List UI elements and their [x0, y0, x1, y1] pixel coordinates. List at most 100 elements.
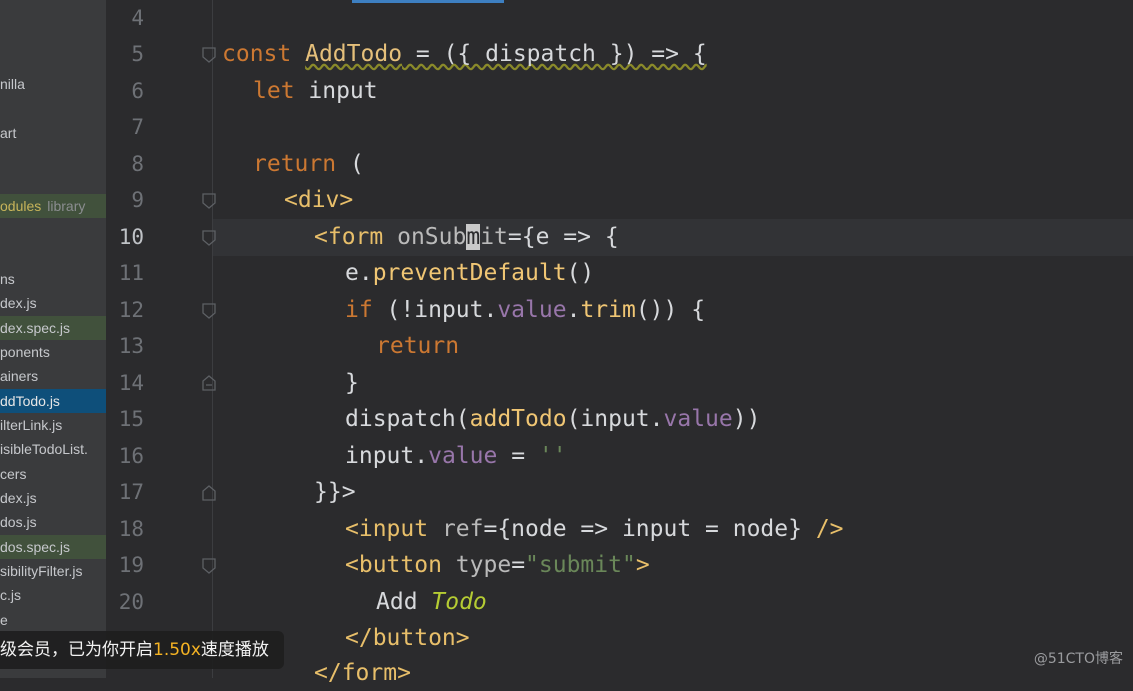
toast-text: 级会员，已为你开启: [0, 640, 153, 660]
code-token: dispatch(: [345, 406, 470, 432]
code-line-18[interactable]: <input ref={node => input = node} />: [345, 511, 844, 547]
code-line-19[interactable]: <button type="submit">: [345, 547, 650, 583]
tree-item[interactable]: dex.js: [0, 486, 106, 510]
tree-item-label: dex.js: [0, 490, 37, 506]
fold-open-icon[interactable]: [202, 303, 216, 319]
tree-item[interactable]: art: [0, 121, 106, 145]
code-line-6[interactable]: let input: [253, 73, 378, 109]
line-number: 7: [131, 115, 144, 139]
tree-item-label: e: [0, 612, 8, 628]
code-line-10[interactable]: <form onSubmit={e => {: [314, 219, 619, 255]
code-line-17[interactable]: }}>: [314, 474, 356, 510]
line-number: 20: [118, 590, 144, 614]
tree-item[interactable]: dos.js: [0, 510, 106, 534]
fold-open-icon[interactable]: [202, 230, 216, 246]
tree-item[interactable]: ainers: [0, 364, 106, 388]
code-token: Add: [376, 589, 432, 615]
fold-close-icon[interactable]: [202, 485, 216, 501]
project-sidebar: nilla art odules library ns dex.js dex.sp…: [0, 0, 106, 678]
fold-guide-line: [212, 0, 213, 678]
line-number: 11: [118, 261, 144, 285]
tree-item[interactable]: isibleTodoList.: [0, 437, 106, 461]
code-token: =: [497, 443, 539, 469]
tree-item[interactable]: dex.js: [0, 291, 106, 315]
code-line-22[interactable]: </form>: [314, 655, 411, 691]
tree-item[interactable]: dex.spec.js: [0, 316, 106, 340]
line-number: 16: [118, 444, 144, 468]
method-token: trim: [580, 297, 636, 323]
attr-token: type: [441, 552, 512, 578]
tree-item[interactable]: nilla: [0, 72, 106, 96]
code-line-13[interactable]: return: [376, 328, 459, 364]
code-token: = ({ dispatch }) => {: [402, 41, 707, 67]
tree-item-node-modules[interactable]: odules library: [0, 194, 106, 218]
tree-item[interactable]: ns: [0, 267, 106, 291]
keyword-token: let: [253, 78, 295, 104]
tag-token: />: [815, 516, 844, 542]
keyword-token: return: [376, 333, 460, 359]
code-line-8[interactable]: return (: [253, 146, 364, 182]
tag-token: >: [635, 552, 650, 578]
line-number: 19: [118, 553, 144, 577]
line-number: 5: [131, 42, 144, 66]
code-token: (!input.: [372, 297, 498, 323]
string-token: "submit": [525, 552, 636, 578]
function-token: addTodo: [469, 406, 567, 432]
tree-item[interactable]: e: [0, 608, 106, 632]
tree-item[interactable]: ilterLink.js: [0, 413, 106, 437]
code-token: =: [511, 552, 526, 578]
line-number-current: 10: [118, 225, 144, 249]
property-token: value: [428, 443, 498, 469]
tree-item-label: isibleTodoList.: [0, 441, 88, 457]
code-token: input: [294, 78, 378, 104]
code-token: }}>: [314, 479, 356, 505]
watermark: @51CTO博客: [1033, 651, 1123, 667]
code-line-21[interactable]: </button>: [345, 620, 470, 656]
line-number: 9: [131, 188, 144, 212]
library-tag: library: [47, 198, 86, 214]
fold-open-icon[interactable]: [202, 193, 216, 209]
attr-token: it: [480, 224, 508, 250]
fold-open-icon[interactable]: [202, 47, 216, 63]
tree-item-label: ponents: [0, 344, 50, 360]
code-line-5[interactable]: const AddTodo = ({ dispatch }) => {: [222, 36, 707, 72]
tree-item-label: dex.js: [0, 295, 37, 311]
code-line-20[interactable]: Add Todo: [376, 584, 487, 620]
code-token: .: [566, 297, 581, 323]
code-token: }: [345, 370, 359, 396]
code-line-15[interactable]: dispatch(addTodo(input.value)): [345, 401, 760, 437]
tree-item[interactable]: dos.spec.js: [0, 535, 106, 559]
tree-item[interactable]: c.js: [0, 583, 106, 607]
method-token: preventDefault: [372, 260, 567, 286]
string-token: '': [538, 443, 567, 469]
text-cursor: m: [466, 224, 481, 250]
code-line-12[interactable]: if (!input.value.trim()) {: [345, 292, 705, 328]
identifier-token: AddTodo: [305, 41, 403, 67]
keyword-token: if: [345, 297, 373, 323]
tree-item-selected[interactable]: ddTodo.js: [0, 389, 106, 413]
fold-close-icon[interactable]: [202, 375, 216, 391]
line-number: 14: [118, 371, 144, 395]
code-token: (): [566, 260, 595, 286]
code-line-11[interactable]: e.preventDefault(): [345, 255, 594, 291]
code-line-16[interactable]: input.value = '': [345, 438, 567, 474]
attr-token: onSub: [383, 224, 467, 250]
line-number: 4: [131, 6, 144, 30]
tree-item[interactable]: sibilityFilter.js: [0, 559, 106, 583]
code-token: ={e => {: [507, 224, 619, 250]
tag-token: <button: [345, 552, 442, 578]
code-token: ={node => input = node}: [483, 516, 816, 542]
line-number: 13: [118, 334, 144, 358]
tree-item-label: ns: [0, 271, 15, 287]
code-line-9[interactable]: <div>: [284, 182, 353, 218]
line-number: 6: [131, 79, 144, 103]
tree-item-label: dex.spec.js: [0, 320, 71, 336]
fold-open-icon[interactable]: [202, 558, 216, 574]
tree-item[interactable]: ponents: [0, 340, 106, 364]
tree-item[interactable]: cers: [0, 462, 106, 486]
tree-item-label: sibilityFilter.js: [0, 563, 83, 579]
tag-token: <form: [314, 224, 384, 250]
code-line-14[interactable]: }: [345, 365, 359, 401]
line-number: 18: [118, 517, 144, 541]
line-number: 12: [118, 298, 144, 322]
